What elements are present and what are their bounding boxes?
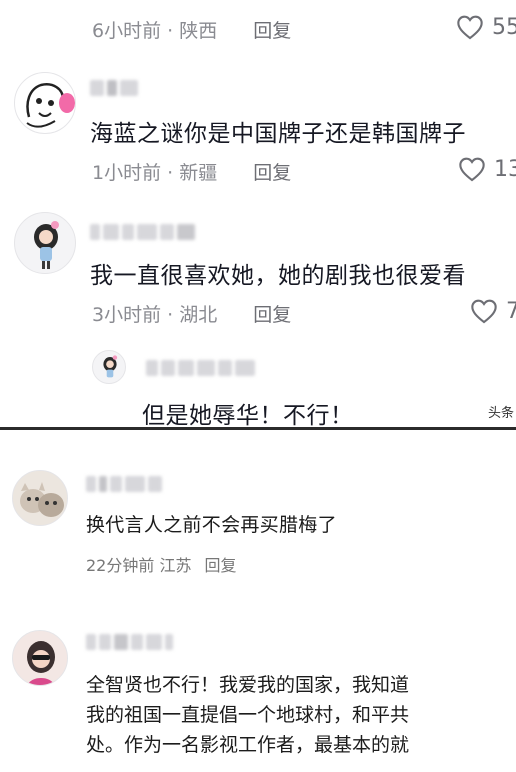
like-count: 7	[506, 298, 516, 324]
heart-icon	[457, 15, 483, 40]
avatar[interactable]	[12, 630, 68, 686]
comment-text: 我一直很喜欢她，她的剧我也很爱看	[90, 263, 466, 289]
avatar[interactable]	[14, 212, 76, 274]
watermark: 头条	[488, 406, 515, 421]
username-blurred[interactable]	[90, 78, 138, 98]
username-blurred[interactable]	[146, 358, 255, 378]
username-blurred[interactable]	[86, 632, 173, 652]
comment-meta: 1小时前 · 新疆 回复	[92, 162, 292, 184]
like-count: 13	[494, 156, 516, 182]
girl-figure-icon	[103, 355, 118, 378]
reply-button[interactable]: 回复	[205, 556, 237, 575]
girl-figure-icon	[34, 221, 59, 269]
avatar[interactable]	[14, 72, 76, 134]
like-count: 55	[492, 14, 516, 40]
doodle-face-icon	[26, 83, 75, 128]
comment-text: 换代言人之前不会再买腊梅了	[86, 514, 337, 536]
heart-icon	[471, 299, 497, 324]
comment-meta: 3小时前 · 湖北 回复	[92, 304, 292, 326]
heart-icon	[459, 157, 485, 182]
like-button[interactable]: 55	[456, 14, 516, 40]
person-icon	[13, 631, 67, 685]
comment-text: 海蓝之谜你是中国牌子还是韩国牌子	[90, 121, 466, 147]
comment-meta: 22分钟前 江苏 回复	[86, 556, 237, 575]
cats-icon	[13, 471, 67, 525]
reply-avatar[interactable]	[92, 350, 126, 384]
avatar[interactable]	[12, 470, 68, 526]
like-button[interactable]: 13	[458, 156, 516, 182]
reply-button[interactable]: 回复	[253, 162, 291, 184]
comment-text: 全智贤也不行！我爱我的国家，我知道 我的祖国一直提倡一个地球村，和平共 处。作为…	[86, 674, 410, 756]
username-blurred[interactable]	[90, 222, 195, 242]
reply-button[interactable]: 回复	[253, 304, 291, 326]
reply-button[interactable]: 回复	[253, 20, 291, 42]
screenshot-divider	[0, 427, 516, 430]
comment-meta: 6小时前 · 陕西 回复	[92, 20, 292, 42]
like-button[interactable]: 7	[470, 298, 516, 324]
reply-text: 但是她辱华！不行！	[142, 403, 354, 429]
username-blurred[interactable]	[86, 474, 162, 494]
